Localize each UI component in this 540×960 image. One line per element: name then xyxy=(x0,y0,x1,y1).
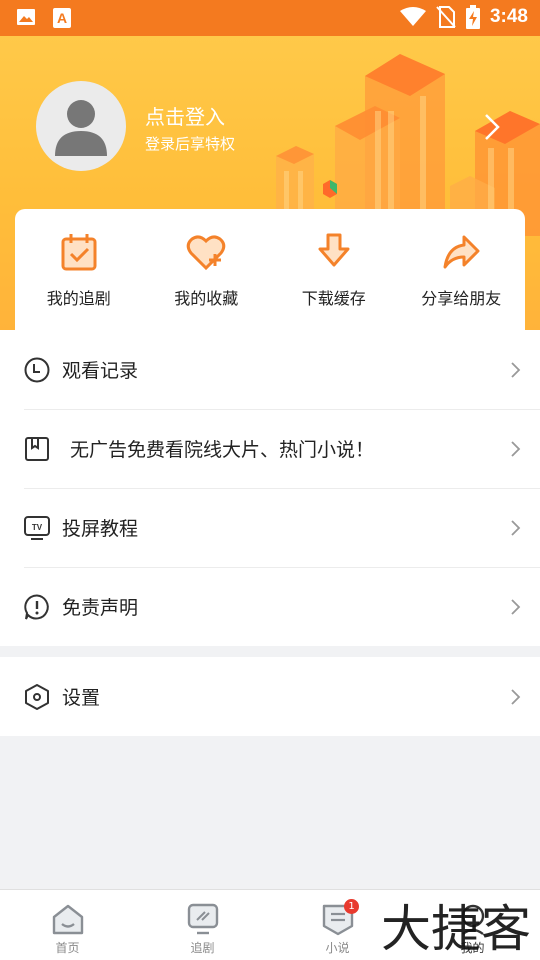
clock-icon xyxy=(24,357,50,382)
settings-section: 设置 xyxy=(0,657,540,736)
image-icon xyxy=(17,9,35,25)
avatar[interactable] xyxy=(36,81,126,171)
no-sim-icon xyxy=(436,6,456,28)
chevron-right-icon xyxy=(511,440,521,457)
quick-action-label: 我的收藏 xyxy=(174,289,239,308)
menu-item-watch-history[interactable]: 观看记录 xyxy=(0,330,540,409)
menu-item-label: 免责声明 xyxy=(62,597,139,619)
quick-actions-card: 我的追剧 我的收藏 下载缓存 分享给朋友 xyxy=(15,209,525,330)
quick-action-share[interactable]: 分享给朋友 xyxy=(398,209,526,330)
menu-item-disclaimer[interactable]: 免责声明 xyxy=(0,567,540,646)
calendar-check-icon xyxy=(61,234,97,271)
home-icon xyxy=(52,904,83,935)
login-title[interactable]: 点击登入 xyxy=(145,101,225,130)
quick-action-label: 下载缓存 xyxy=(301,289,366,308)
quick-action-follow[interactable]: 我的追剧 xyxy=(15,209,143,330)
download-icon xyxy=(318,233,350,267)
chevron-right-icon xyxy=(511,598,521,615)
app-a-icon: A xyxy=(53,8,71,28)
svg-text:大捷客: 大捷客 xyxy=(381,900,531,958)
exclamation-icon xyxy=(24,593,49,619)
heart-plus-icon xyxy=(187,235,226,271)
notification-badge: 1 xyxy=(344,899,359,914)
battery-charging-icon xyxy=(465,5,480,29)
chevron-right-icon xyxy=(511,361,521,378)
quick-action-label: 分享给朋友 xyxy=(421,289,502,308)
svg-text:A: A xyxy=(57,10,67,26)
monitor-icon xyxy=(187,903,218,935)
tab-home[interactable]: 首页 xyxy=(0,890,135,960)
watermark-logo: 大捷客 xyxy=(381,900,531,958)
menu-item-label: 观看记录 xyxy=(62,360,139,382)
tab-follow[interactable]: 追剧 xyxy=(135,890,270,960)
share-arrow-icon xyxy=(443,235,480,269)
chevron-right-icon[interactable] xyxy=(481,112,503,142)
book-icon xyxy=(25,436,49,461)
menu-item-label: 设置 xyxy=(62,687,101,709)
menu-item-label: 投屏教程 xyxy=(62,518,139,540)
quick-action-download[interactable]: 下载缓存 xyxy=(270,209,398,330)
hexagon-gear-icon xyxy=(25,683,49,710)
chevron-right-icon xyxy=(511,688,521,705)
svg-text:TV: TV xyxy=(32,523,43,532)
tab-label: 小说 xyxy=(325,941,350,955)
tab-label: 首页 xyxy=(55,941,80,955)
quick-action-label: 我的追剧 xyxy=(46,289,111,308)
quick-action-favorites[interactable]: 我的收藏 xyxy=(143,209,271,330)
menu-list: 观看记录 无广告免费看院线大片、热门小说！ TV 投屏教程 免责声明 xyxy=(0,330,540,646)
login-subtitle: 登录后享特权 xyxy=(145,135,236,153)
tab-label: 追剧 xyxy=(190,941,215,955)
person-icon xyxy=(55,100,107,156)
wifi-icon xyxy=(399,7,426,26)
status-bar: A 3:48 xyxy=(0,0,540,36)
tv-icon: TV xyxy=(24,515,50,540)
clock-time: 3:48 xyxy=(489,6,528,27)
menu-item-ad-free[interactable]: 无广告免费看院线大片、热门小说！ xyxy=(0,409,540,488)
menu-item-cast-tutorial[interactable]: TV 投屏教程 xyxy=(0,488,540,567)
chevron-right-icon xyxy=(511,519,521,536)
menu-item-label: 无广告免费看院线大片、热门小说！ xyxy=(70,439,375,461)
menu-item-settings[interactable]: 设置 xyxy=(0,657,540,736)
